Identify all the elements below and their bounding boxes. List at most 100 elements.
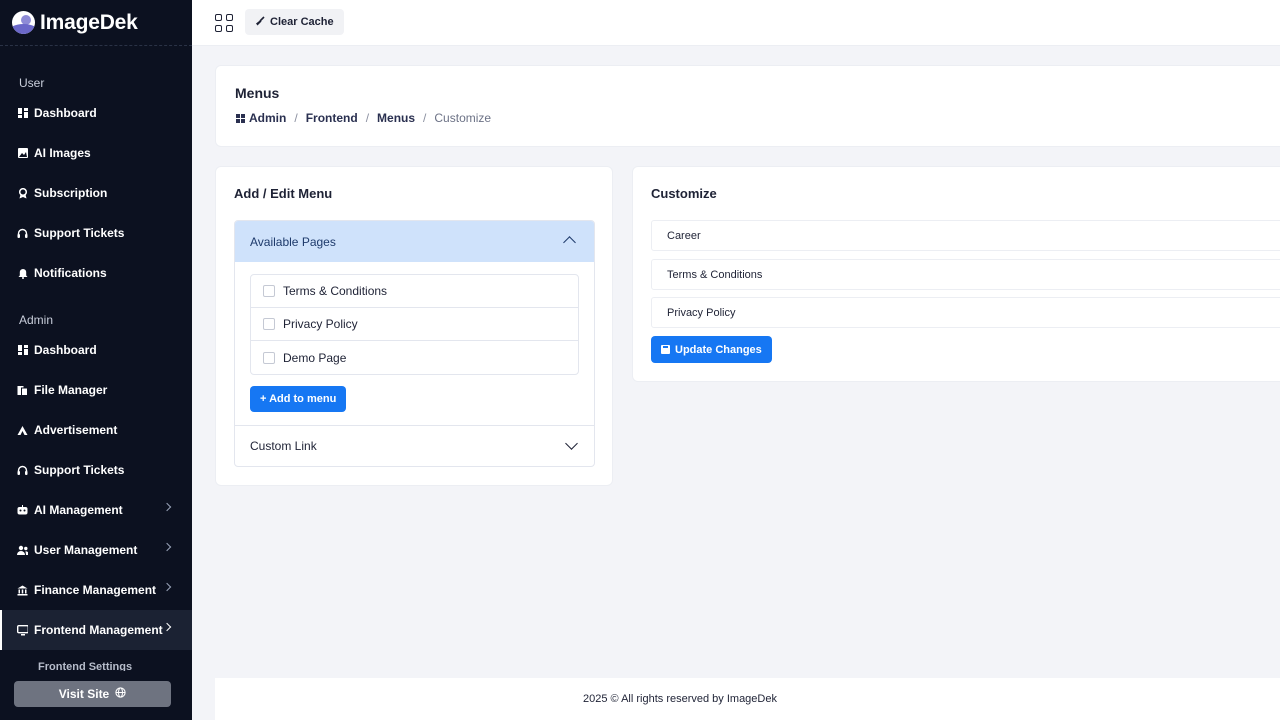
monitor-icon: [17, 624, 28, 636]
sidebar: ImageDek User Dashboard AI Images Subscr…: [0, 0, 192, 720]
sidebar-item-label: Support Tickets: [34, 463, 125, 477]
sidebar-item-label: AI Images: [34, 146, 91, 160]
add-edit-menu-title: Add / Edit Menu: [234, 186, 333, 201]
sidebar-item-ai-images[interactable]: AI Images: [0, 133, 192, 173]
breadcrumb-menus[interactable]: Menus: [377, 111, 415, 125]
sidebar-item-finance-management[interactable]: Finance Management: [0, 570, 192, 610]
chevron-up-icon: [563, 236, 576, 249]
visit-site-label: Visit Site: [58, 687, 110, 701]
sidebar-item-label: Dashboard: [34, 106, 97, 120]
add-to-menu-button[interactable]: + Add to menu: [250, 386, 347, 412]
page-title: Menus: [235, 85, 280, 101]
breadcrumb-admin[interactable]: Admin: [249, 111, 286, 125]
sidebar-item-notifications[interactable]: Notifications: [0, 253, 192, 293]
page-checkbox[interactable]: [263, 285, 275, 297]
footer: 2025 © All rights reserved by ImageDek: [215, 678, 1280, 720]
sidebar-item-label: Dashboard: [34, 343, 97, 357]
sidebar-item-label: Notifications: [34, 266, 107, 280]
available-pages-label: Available Pages: [250, 234, 336, 249]
sidebar-item-file-manager[interactable]: File Manager: [0, 370, 192, 410]
visit-site-button[interactable]: Visit Site: [14, 681, 171, 707]
sidebar-item-label: File Manager: [34, 383, 108, 397]
sidebar-item-frontend-management[interactable]: Frontend Management: [0, 610, 192, 650]
save-icon: [661, 345, 670, 354]
users-icon: [17, 545, 28, 556]
ads-icon: [17, 425, 28, 436]
chevron-down-icon: [565, 437, 578, 450]
custom-link-label: Custom Link: [250, 439, 317, 453]
sidebar-item-label: Frontend Management: [34, 623, 163, 637]
menu-item-row[interactable]: Terms & Conditions: [651, 259, 1280, 290]
sidebar-item-label: Advertisement: [34, 423, 118, 437]
globe-icon: [115, 687, 126, 701]
breadcrumb-separator: /: [294, 111, 298, 125]
dashboard-icon: [17, 108, 28, 119]
chevron-right-icon: [162, 582, 172, 592]
headset-icon: [17, 465, 28, 476]
bell-icon: [17, 268, 28, 279]
brand[interactable]: ImageDek: [0, 0, 192, 46]
customize-card: Customize Career Terms & Conditions Priv…: [632, 166, 1280, 382]
menu-item-row[interactable]: Career: [651, 220, 1280, 251]
available-pages-toggle[interactable]: Available Pages: [235, 221, 594, 262]
breadcrumb: Admin / Frontend / Menus / Customize: [236, 111, 491, 125]
update-changes-label: Update Changes: [675, 343, 762, 356]
breadcrumb-separator: /: [423, 111, 427, 125]
page-label: Terms & Conditions: [283, 284, 388, 298]
sidebar-item-user-management[interactable]: User Management: [0, 530, 192, 570]
sidebar-item-ai-management[interactable]: AI Management: [0, 490, 192, 530]
files-icon: [17, 385, 28, 396]
list-item[interactable]: Terms & Conditions: [251, 275, 578, 308]
page-label: Privacy Policy: [283, 317, 358, 331]
sidebar-item-label: Finance Management: [34, 583, 157, 597]
apps-grid-icon[interactable]: [215, 14, 233, 32]
menu-item-row[interactable]: Privacy Policy: [651, 297, 1280, 328]
sidebar-item-label: Support Tickets: [34, 226, 125, 240]
sidebar-item-admin-support-tickets[interactable]: Support Tickets: [0, 450, 192, 490]
dashboard-icon: [17, 345, 28, 356]
clear-cache-button[interactable]: Clear Cache: [245, 9, 344, 35]
footer-copyright: 2025 © All rights reserved by ImageDek: [583, 693, 777, 705]
submenu-item-frontend-settings[interactable]: Frontend Settings: [38, 661, 178, 671]
chevron-right-icon: [162, 622, 172, 632]
chevron-right-icon: [162, 542, 172, 552]
page-label: Demo Page: [283, 350, 347, 365]
clear-cache-label: Clear Cache: [270, 16, 334, 28]
breadcrumb-customize: Customize: [434, 111, 492, 125]
sidebar-item-label: AI Management: [34, 503, 123, 517]
broom-icon: [255, 15, 265, 29]
menu-item-label: Career: [667, 229, 701, 242]
list-item[interactable]: Demo Page: [251, 341, 578, 374]
dashboard-icon: [236, 113, 245, 123]
available-pages-list: Terms & Conditions Privacy Policy Demo P…: [250, 274, 579, 375]
sidebar-item-user-support-tickets[interactable]: Support Tickets: [0, 213, 192, 253]
sidebar-item-label: Subscription: [34, 186, 108, 200]
chevron-right-icon: [162, 502, 172, 512]
headset-icon: [17, 228, 28, 239]
page-header: Menus Admin / Frontend / Menus / Customi…: [215, 65, 1280, 147]
sidebar-item-subscription[interactable]: Subscription: [0, 173, 192, 213]
list-item[interactable]: Privacy Policy: [251, 308, 578, 341]
breadcrumb-separator: /: [365, 111, 370, 125]
ai-icon: [17, 505, 28, 516]
section-label-user: User: [19, 76, 45, 90]
menu-accordion: Available Pages Terms & Conditions Priva…: [234, 220, 595, 467]
brand-logo-icon: [12, 11, 35, 34]
menu-item-label: Terms & Conditions: [667, 268, 763, 281]
bank-icon: [17, 585, 28, 596]
topbar: Clear Cache: [192, 0, 1280, 46]
sidebar-item-advertisement[interactable]: Advertisement: [0, 410, 192, 450]
add-edit-menu-card: Add / Edit Menu Available Pages Terms & …: [215, 166, 613, 486]
page-checkbox[interactable]: [263, 318, 275, 330]
menu-item-label: Privacy Policy: [667, 306, 736, 319]
section-label-admin: Admin: [19, 313, 54, 327]
sidebar-item-user-dashboard[interactable]: Dashboard: [0, 93, 192, 133]
sidebar-item-admin-dashboard[interactable]: Dashboard: [0, 330, 192, 370]
customize-title: Customize: [651, 186, 717, 201]
badge-icon: [17, 187, 28, 199]
brand-name: ImageDek: [40, 10, 138, 34]
page-checkbox[interactable]: [263, 351, 275, 364]
custom-link-toggle[interactable]: Custom Link: [235, 425, 594, 466]
update-changes-button[interactable]: Update Changes: [651, 336, 772, 363]
breadcrumb-frontend[interactable]: Frontend: [306, 111, 358, 125]
